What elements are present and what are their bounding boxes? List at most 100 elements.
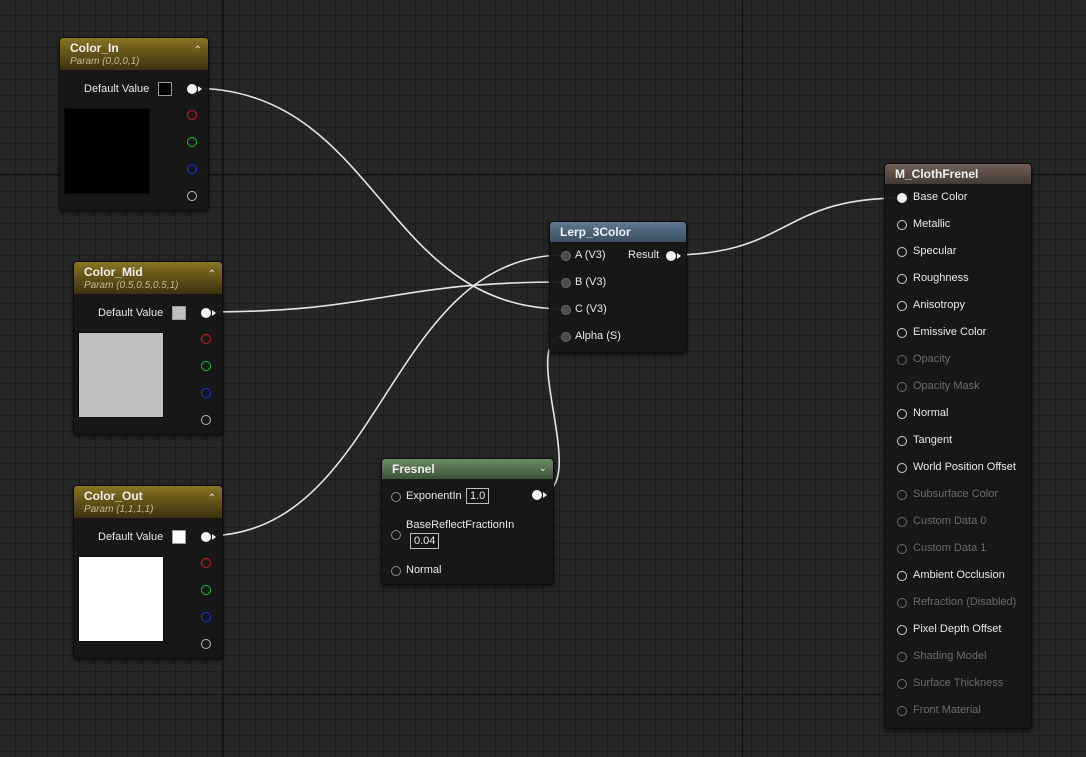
material-input-label: Front Material xyxy=(913,704,981,716)
base-reflect-input[interactable]: 0.04 xyxy=(410,533,440,549)
alpha-output-pin[interactable] xyxy=(201,415,211,425)
material-input-pin[interactable] xyxy=(897,355,907,365)
red-output-pin[interactable] xyxy=(201,558,211,568)
material-input-label: Normal xyxy=(913,407,949,419)
collapse-chevron-icon[interactable]: ⌃ xyxy=(208,493,216,504)
material-input-pin[interactable] xyxy=(897,328,907,338)
output-pin-result[interactable] xyxy=(666,251,676,261)
grid-major-line xyxy=(742,0,743,757)
material-input-pin[interactable] xyxy=(897,247,907,257)
material-input-pin[interactable] xyxy=(897,517,907,527)
alpha-output-pin[interactable] xyxy=(187,191,197,201)
input-label-alpha: Alpha (S) xyxy=(575,330,621,342)
green-output-pin[interactable] xyxy=(201,361,211,371)
node-title: Fresnel xyxy=(392,462,435,476)
material-input-label: Anisotropy xyxy=(913,299,965,311)
material-input-pin[interactable] xyxy=(897,490,907,500)
material-input-pin[interactable] xyxy=(897,706,907,716)
pin-arrow-icon xyxy=(543,492,547,498)
node-header[interactable]: Color_Mid Param (0.5,0.5,0.5,1) ⌃ xyxy=(74,262,222,294)
pin-arrow-icon xyxy=(198,86,202,92)
material-input-label: Base Color xyxy=(913,191,968,203)
input-pin-alpha[interactable] xyxy=(561,332,571,342)
normal-label: Normal xyxy=(406,564,442,576)
material-input-label: Surface Thickness xyxy=(913,677,1004,689)
color-preview xyxy=(64,108,150,194)
material-input-label: Subsurface Color xyxy=(913,488,998,500)
default-value-swatch[interactable] xyxy=(172,306,186,320)
material-input-label: Opacity Mask xyxy=(913,380,980,392)
node-header[interactable]: Lerp_3Color xyxy=(550,222,686,242)
node-subtitle: Param (1,1,1,1) xyxy=(84,504,154,515)
expand-chevron-icon[interactable]: ⌄ xyxy=(539,463,547,474)
material-input-pin[interactable] xyxy=(897,409,907,419)
material-input-label: Tangent xyxy=(913,434,953,446)
material-input-pin[interactable] xyxy=(897,274,907,284)
blue-output-pin[interactable] xyxy=(201,388,211,398)
pin-arrow-icon xyxy=(677,253,681,259)
node-header[interactable]: Color_In Param (0,0,0,1) ⌃ xyxy=(60,38,208,70)
material-input-pin[interactable] xyxy=(897,652,907,662)
exponent-input[interactable]: 1.0 xyxy=(466,488,490,504)
input-label-c: C (V3) xyxy=(575,303,607,315)
collapse-chevron-icon[interactable]: ⌃ xyxy=(194,45,202,56)
fresnel-output-pin[interactable] xyxy=(532,490,542,500)
input-pin-normal[interactable] xyxy=(391,566,401,576)
material-input-pin[interactable] xyxy=(897,544,907,554)
wire-result-to-base-color[interactable] xyxy=(669,197,902,256)
material-result-node[interactable]: M_ClothFrenel Base Color Metallic Specular… xyxy=(884,163,1032,729)
material-input-pin[interactable] xyxy=(897,193,907,203)
material-input-pin[interactable] xyxy=(897,679,907,689)
rgba-output-pin[interactable] xyxy=(187,84,197,94)
red-output-pin[interactable] xyxy=(187,110,197,120)
fresnel-node[interactable]: Fresnel ⌄ ExponentIn 1.0 BaseReflectFrac… xyxy=(381,458,554,585)
pin-arrow-icon xyxy=(212,310,216,316)
rgba-output-pin[interactable] xyxy=(201,532,211,542)
node-header[interactable]: M_ClothFrenel xyxy=(885,164,1031,184)
blue-output-pin[interactable] xyxy=(201,612,211,622)
material-input-label: Shading Model xyxy=(913,650,987,662)
input-pin-c[interactable] xyxy=(561,305,571,315)
default-value-swatch[interactable] xyxy=(158,82,172,96)
green-output-pin[interactable] xyxy=(201,585,211,595)
material-input-pin[interactable] xyxy=(897,382,907,392)
default-value-swatch[interactable] xyxy=(172,530,186,544)
input-label-a: A (V3) xyxy=(575,249,606,261)
material-input-pin[interactable] xyxy=(897,220,907,230)
red-output-pin[interactable] xyxy=(201,334,211,344)
input-pin-exponent[interactable] xyxy=(391,492,401,502)
color-preview xyxy=(78,556,164,642)
default-value-label: Default Value xyxy=(84,83,150,95)
wire-color-mid-to-b[interactable] xyxy=(204,281,566,313)
green-output-pin[interactable] xyxy=(187,137,197,147)
node-header[interactable]: Color_Out Param (1,1,1,1) ⌃ xyxy=(74,486,222,518)
material-input-label: Custom Data 1 xyxy=(913,542,987,554)
alpha-output-pin[interactable] xyxy=(201,639,211,649)
material-input-pin[interactable] xyxy=(897,436,907,446)
input-pin-base-reflect[interactable] xyxy=(391,530,401,540)
blue-output-pin[interactable] xyxy=(187,164,197,174)
node-subtitle: Param (0.5,0.5,0.5,1) xyxy=(84,280,179,291)
base-reflect-label: BaseReflectFractionIn xyxy=(406,519,515,531)
input-pin-a[interactable] xyxy=(561,251,571,261)
lerp-3color-node[interactable]: Lerp_3Color A (V3) B (V3) C (V3) Alpha (… xyxy=(549,221,687,353)
exponent-label: ExponentIn xyxy=(406,490,462,502)
material-input-pin[interactable] xyxy=(897,625,907,635)
material-input-label: Metallic xyxy=(913,218,951,230)
input-pin-b[interactable] xyxy=(561,278,571,288)
color-out-node[interactable]: Color_Out Param (1,1,1,1) ⌃ Default Valu… xyxy=(73,485,223,659)
color-in-node[interactable]: Color_In Param (0,0,0,1) ⌃ Default Value xyxy=(59,37,209,211)
material-input-pin[interactable] xyxy=(897,571,907,581)
input-label-b: B (V3) xyxy=(575,276,607,288)
node-title: Color_Mid xyxy=(84,265,143,279)
node-header[interactable]: Fresnel ⌄ xyxy=(382,459,553,479)
material-input-pin[interactable] xyxy=(897,301,907,311)
rgba-output-pin[interactable] xyxy=(201,308,211,318)
collapse-chevron-icon[interactable]: ⌃ xyxy=(208,269,216,280)
node-title: Color_Out xyxy=(84,489,143,503)
material-input-pin[interactable] xyxy=(897,463,907,473)
wire-color-in-to-c[interactable] xyxy=(190,87,566,310)
material-input-pin[interactable] xyxy=(897,598,907,608)
color-preview xyxy=(78,332,164,418)
color-mid-node[interactable]: Color_Mid Param (0.5,0.5,0.5,1) ⌃ Defaul… xyxy=(73,261,223,435)
